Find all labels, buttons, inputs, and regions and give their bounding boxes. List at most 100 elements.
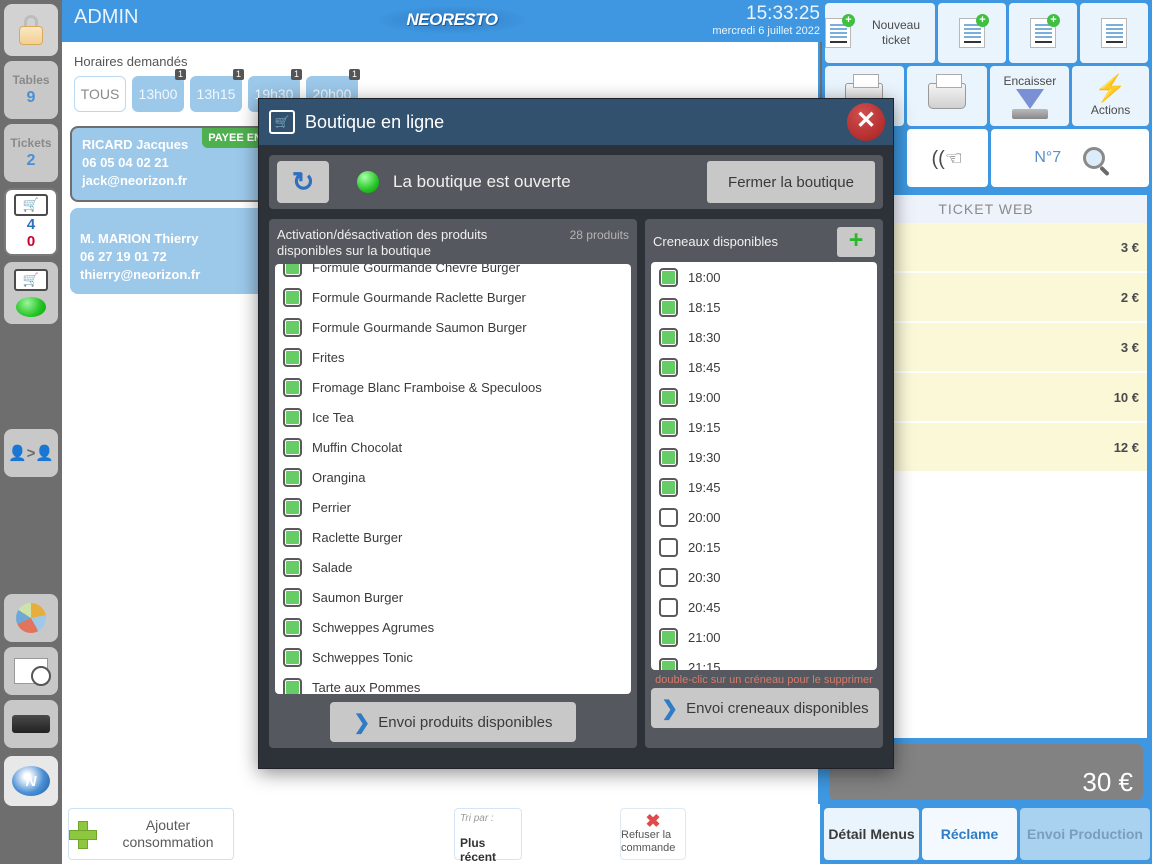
checkbox-icon[interactable] (659, 358, 678, 377)
checkbox-icon[interactable] (283, 648, 302, 667)
product-item[interactable]: Orangina (275, 462, 631, 492)
slot-item[interactable]: 19:45 (651, 472, 877, 502)
ticket-number-button[interactable]: N°7 (991, 129, 1150, 187)
reclame-button[interactable]: Réclame (922, 808, 1017, 860)
sidebar-brand-button[interactable]: N (4, 756, 58, 806)
slot-item[interactable]: 21:15 (651, 652, 877, 670)
product-item[interactable]: Formule Gourmande Saumon Burger (275, 312, 631, 342)
slot-item[interactable]: 19:15 (651, 412, 877, 442)
checkbox-icon[interactable] (283, 318, 302, 337)
slots-list[interactable]: 18:0018:1518:3018:4519:0019:1519:3019:45… (651, 262, 877, 670)
detail-menus-button[interactable]: Détail Menus (824, 808, 919, 860)
checkbox-icon[interactable] (659, 388, 678, 407)
product-item[interactable]: Saumon Burger (275, 582, 631, 612)
sidebar-lock-button[interactable] (4, 4, 58, 56)
product-item[interactable]: Tarte aux Pommes (275, 672, 631, 694)
checkbox-icon[interactable] (283, 558, 302, 577)
close-shop-button[interactable]: Fermer la boutique (707, 161, 875, 203)
checkbox-icon[interactable] (283, 618, 302, 637)
horaire-chip-13h15[interactable]: 13h151 (190, 76, 242, 112)
checkbox-icon[interactable] (283, 348, 302, 367)
checkbox-icon[interactable] (283, 678, 302, 695)
checkbox-icon[interactable] (283, 528, 302, 547)
slot-item[interactable]: 19:00 (651, 382, 877, 412)
product-item[interactable]: Ice Tea (275, 402, 631, 432)
product-item[interactable]: Formule Gourmande Chevre Burger (275, 264, 631, 282)
checkbox-icon[interactable] (659, 508, 678, 527)
checkbox-icon[interactable] (659, 538, 678, 557)
sidebar-drawer-button[interactable] (4, 700, 58, 748)
slot-item[interactable]: 21:00 (651, 622, 877, 652)
checkbox-icon[interactable] (659, 658, 678, 671)
slot-item[interactable]: 20:45 (651, 592, 877, 622)
product-item[interactable]: Formule Gourmande Raclette Burger (275, 282, 631, 312)
horaire-chip-13h00[interactable]: 13h001 (132, 76, 184, 112)
sort-selector[interactable]: Tri par : Plus récent (454, 808, 522, 860)
send-products-button[interactable]: ❯ Envoi produits disponibles (330, 702, 576, 742)
slot-item[interactable]: 20:15 (651, 532, 877, 562)
customer-order-card[interactable]: PAYEE ENRICARD Jacques06 05 04 02 21jack… (70, 126, 270, 202)
product-item[interactable]: Fromage Blanc Framboise & Speculoos (275, 372, 631, 402)
checkbox-icon[interactable] (659, 328, 678, 347)
checkbox-icon[interactable] (283, 468, 302, 487)
product-item[interactable]: Salade (275, 552, 631, 582)
new-ticket-button[interactable]: + Nouveau ticket (825, 3, 935, 63)
customer-order-card[interactable]: M. MARION Thierry06 27 19 01 72thierry@n… (70, 208, 270, 294)
add-consumption-button[interactable]: Ajouter consommation (68, 808, 234, 860)
print-preview-button[interactable] (907, 66, 988, 126)
edit-ticket-button[interactable] (1080, 3, 1148, 63)
products-panel-title: Activation/désactivation des produits di… (277, 227, 527, 259)
send-slots-button[interactable]: ❯ Envoi creneaux disponibles (651, 688, 879, 728)
checkbox-icon[interactable] (659, 298, 678, 317)
sidebar-shop-status-button[interactable]: 🛒 (4, 262, 58, 324)
slot-item[interactable]: 18:30 (651, 322, 877, 352)
sidebar-report-button[interactable] (4, 647, 58, 695)
checkbox-icon[interactable] (659, 628, 678, 647)
checkbox-icon[interactable] (659, 448, 678, 467)
nfc-payment-button[interactable]: ((☜ (907, 129, 988, 187)
tickets-value: 2 (27, 152, 36, 170)
checkbox-icon[interactable] (283, 288, 302, 307)
cash-in-button[interactable]: Encaisser (990, 66, 1069, 126)
search-icon[interactable] (1083, 147, 1105, 169)
actions-button[interactable]: ⚡ Actions (1072, 66, 1149, 126)
sidebar-tickets-counter[interactable]: Tickets 2 (4, 124, 58, 182)
new-table-ticket-button[interactable]: + (1009, 3, 1077, 63)
sidebar-transfer-button[interactable]: 👤>👤 (4, 429, 58, 477)
products-list[interactable]: Formule Gourmande Chevre BurgerFormule G… (275, 264, 631, 694)
horaire-chip-tous[interactable]: TOUS (74, 76, 126, 112)
product-item[interactable]: Frites (275, 342, 631, 372)
slot-item[interactable]: 18:45 (651, 352, 877, 382)
checkbox-icon[interactable] (283, 378, 302, 397)
checkbox-icon[interactable] (659, 268, 678, 287)
checkbox-icon[interactable] (659, 418, 678, 437)
sidebar-stats-button[interactable] (4, 594, 58, 642)
checkbox-icon[interactable] (283, 438, 302, 457)
refuse-order-button[interactable]: ✖ Refuser la commande (620, 808, 686, 860)
product-item[interactable]: Perrier (275, 492, 631, 522)
checkbox-icon[interactable] (283, 408, 302, 427)
product-item[interactable]: Muffin Chocolat (275, 432, 631, 462)
sidebar-web-orders-button[interactable]: 🛒 4 0 (4, 188, 58, 256)
slot-item[interactable]: 20:30 (651, 562, 877, 592)
checkbox-icon[interactable] (659, 568, 678, 587)
checkbox-icon[interactable] (659, 598, 678, 617)
new-customer-ticket-button[interactable]: + (938, 3, 1006, 63)
checkbox-icon[interactable] (659, 478, 678, 497)
sidebar-tables-counter[interactable]: Tables 9 (4, 61, 58, 119)
close-icon[interactable]: ✕ (847, 103, 885, 141)
slot-item[interactable]: 20:00 (651, 502, 877, 532)
product-item[interactable]: Schweppes Tonic (275, 642, 631, 672)
slot-item[interactable]: 18:00 (651, 262, 877, 292)
slots-hint: double-clic sur un créneau pour le suppr… (651, 670, 877, 688)
checkbox-icon[interactable] (283, 588, 302, 607)
product-item[interactable]: Raclette Burger (275, 522, 631, 552)
plus-icon[interactable]: + (837, 227, 875, 257)
envoi-production-button[interactable]: Envoi Production (1020, 808, 1150, 860)
slot-item[interactable]: 18:15 (651, 292, 877, 322)
product-item[interactable]: Schweppes Agrumes (275, 612, 631, 642)
checkbox-icon[interactable] (283, 498, 302, 517)
checkbox-icon[interactable] (283, 264, 302, 277)
slot-item[interactable]: 19:30 (651, 442, 877, 472)
refresh-icon[interactable]: ↻ (277, 161, 329, 203)
